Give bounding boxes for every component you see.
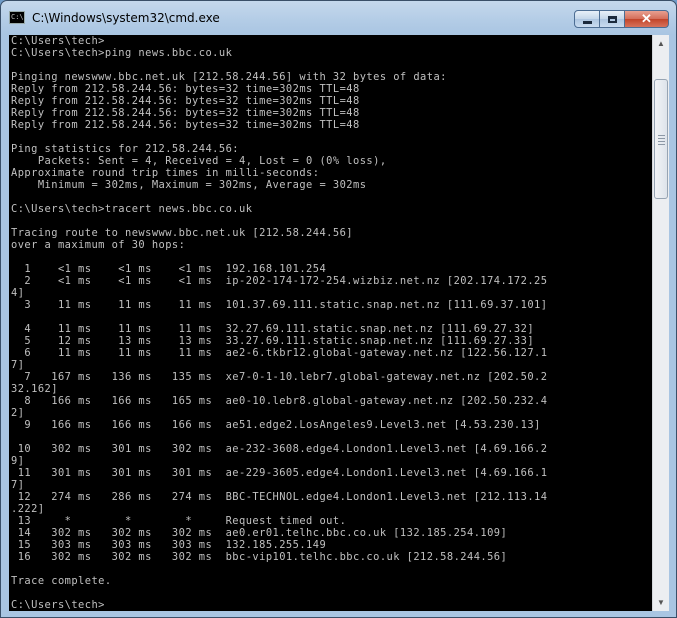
console-line: 7] (11, 359, 25, 371)
console-line: 7] (11, 479, 25, 491)
console-line: 13 * * * Request timed out. (11, 515, 347, 527)
console-line: 4] (11, 287, 25, 299)
console-line: Approximate round trip times in milli-se… (11, 167, 320, 179)
console-line: over a maximum of 30 hops: (11, 239, 186, 251)
console-line: 2 <1 ms <1 ms <1 ms ip-202-174-172-254.w… (11, 275, 548, 287)
console-line: 14 302 ms 302 ms 302 ms ae0.er01.telhc.b… (11, 527, 508, 539)
console-line: Reply from 212.58.244.56: bytes=32 time=… (11, 95, 360, 107)
console-line: 8 166 ms 166 ms 165 ms ae0-10.lebr8.glob… (11, 395, 548, 407)
console-line: 12 274 ms 286 ms 274 ms BBC-TECHNOL.edge… (11, 491, 548, 503)
console-line: C:\Users\tech>tracert news.bbc.co.uk (11, 203, 253, 215)
console-line: 11 301 ms 301 ms 301 ms ae-229-3605.edge… (11, 467, 548, 479)
console-line: Minimum = 302ms, Maximum = 302ms, Averag… (11, 179, 367, 191)
console-line: C:\Users\tech>ping news.bbc.co.uk (11, 47, 233, 59)
console-line: 10 302 ms 301 ms 302 ms ae-232-3608.edge… (11, 443, 548, 455)
grip-line (658, 144, 665, 145)
vertical-scrollbar[interactable]: ▲ ▼ (652, 35, 669, 611)
terminal-text: C:\Users\tech> C:\Users\tech>ping news.bb… (9, 35, 652, 611)
grip-line (658, 135, 665, 136)
arrow-down-icon: ▼ (657, 598, 665, 607)
arrow-up-icon: ▲ (657, 39, 665, 48)
console-line: .222] (11, 503, 45, 515)
window-title: C:\Windows\system32\cmd.exe (32, 11, 220, 25)
scroll-thumb[interactable] (654, 79, 668, 199)
console-line: Trace complete. (11, 575, 112, 587)
scroll-down-button[interactable]: ▼ (653, 594, 669, 611)
console-line: Reply from 212.58.244.56: bytes=32 time=… (11, 107, 360, 119)
console-line: 7 167 ms 136 ms 135 ms xe7-0-1-10.lebr7.… (11, 371, 548, 383)
console-line: 9 166 ms 166 ms 166 ms ae51.edge2.LosAng… (11, 419, 541, 431)
console-line: 4 11 ms 11 ms 11 ms 32.27.69.111.static.… (11, 323, 535, 335)
console-line: 9] (11, 455, 25, 467)
grip-line (658, 141, 665, 142)
maximize-button[interactable] (600, 10, 625, 28)
minimize-button[interactable] (574, 10, 600, 28)
console-line: 16 302 ms 302 ms 302 ms bbc-vip101.telhc… (11, 551, 508, 563)
console-line: Reply from 212.58.244.56: bytes=32 time=… (11, 119, 360, 131)
console-line: 5 12 ms 13 ms 13 ms 33.27.69.111.static.… (11, 335, 535, 347)
console-line: Tracing route to newswww.bbc.net.uk [212… (11, 227, 353, 239)
console-output[interactable]: C:\Users\tech> C:\Users\tech>ping news.bb… (9, 35, 652, 611)
console-line: 1 <1 ms <1 ms <1 ms 192.168.101.254 (11, 263, 327, 275)
minimize-icon (582, 20, 592, 24)
grip-line (658, 138, 665, 139)
title-bar[interactable]: C:\ C:\Windows\system32\cmd.exe ✕ (1, 1, 676, 35)
console-line: Pinging newswww.bbc.net.uk [212.58.244.5… (11, 71, 447, 83)
console-line: 6 11 ms 11 ms 11 ms ae2-6.tkbr12.global-… (11, 347, 548, 359)
console-line: 2] (11, 407, 25, 419)
console-line: 15 303 ms 303 ms 303 ms 132.185.255.149 (11, 539, 327, 551)
console-line: Reply from 212.58.244.56: bytes=32 time=… (11, 83, 360, 95)
console-line: 3 11 ms 11 ms 11 ms 101.37.69.111.static… (11, 299, 548, 311)
cmd-window: C:\ C:\Windows\system32\cmd.exe ✕ C:\Use… (0, 0, 677, 618)
console-line: Ping statistics for 212.58.244.56: (11, 143, 239, 155)
console-line: C:\Users\tech> (11, 599, 105, 611)
maximize-icon (607, 15, 617, 23)
cmd-icon[interactable]: C:\ (9, 11, 25, 24)
close-button[interactable]: ✕ (625, 10, 669, 28)
scroll-up-button[interactable]: ▲ (653, 35, 669, 52)
close-icon: ✕ (641, 11, 652, 26)
window-controls: ✕ (574, 10, 669, 30)
console-line: C:\Users\tech> (11, 35, 105, 47)
console-line: 32.162] (11, 383, 58, 395)
console-line: Packets: Sent = 4, Received = 4, Lost = … (11, 155, 387, 167)
